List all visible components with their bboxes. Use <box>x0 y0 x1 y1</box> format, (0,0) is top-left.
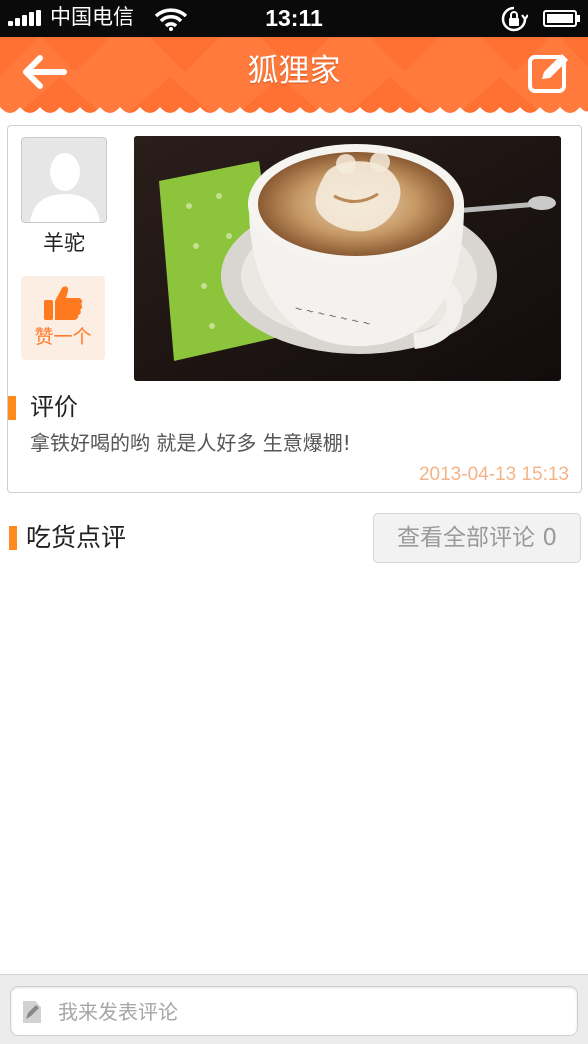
post-photo[interactable]: ~ ~ ~ ~ ~ ~ ~ <box>134 136 561 381</box>
thumbs-up-icon <box>44 286 83 320</box>
edit-icon <box>528 54 568 93</box>
rotation-lock-icon <box>501 6 528 32</box>
bottom-bar: 我来发表评论 <box>0 974 588 1044</box>
comments-heading: 吃货点评 <box>26 523 127 552</box>
like-button[interactable]: 赞一个 <box>21 276 105 360</box>
view-all-comments-button[interactable]: 查看全部评论 0 <box>373 513 581 563</box>
page-title: 狐狸家 <box>247 53 341 89</box>
avatar[interactable] <box>21 137 107 223</box>
battery-icon <box>543 10 580 27</box>
post-card: 羊驼 赞一个 ~ ~ ~ ~ ~ ~ ~ 评价 拿铁好喝的哟 就是人好多 生意爆… <box>7 125 582 493</box>
default-avatar-icon <box>22 138 106 222</box>
like-label: 赞一个 <box>34 326 92 348</box>
review-date: 2013-04-13 15:13 <box>418 464 569 485</box>
review-marker <box>8 396 16 420</box>
user-name[interactable]: 羊驼 <box>21 230 107 256</box>
latte-photo-image: ~ ~ ~ ~ ~ ~ ~ <box>134 136 561 381</box>
pen-icon <box>23 1001 41 1023</box>
status-bar: 中国电信 13:11 <box>0 0 588 37</box>
review-text: 拿铁好喝的哟 就是人好多 生意爆棚! <box>30 431 351 455</box>
comment-placeholder: 我来发表评论 <box>58 1000 178 1024</box>
nav-bar: 狐狸家 <box>0 37 588 117</box>
comments-marker <box>9 526 17 550</box>
comment-input[interactable]: 我来发表评论 <box>10 986 578 1036</box>
compose-button[interactable] <box>526 51 572 95</box>
review-heading: 评价 <box>30 393 78 421</box>
